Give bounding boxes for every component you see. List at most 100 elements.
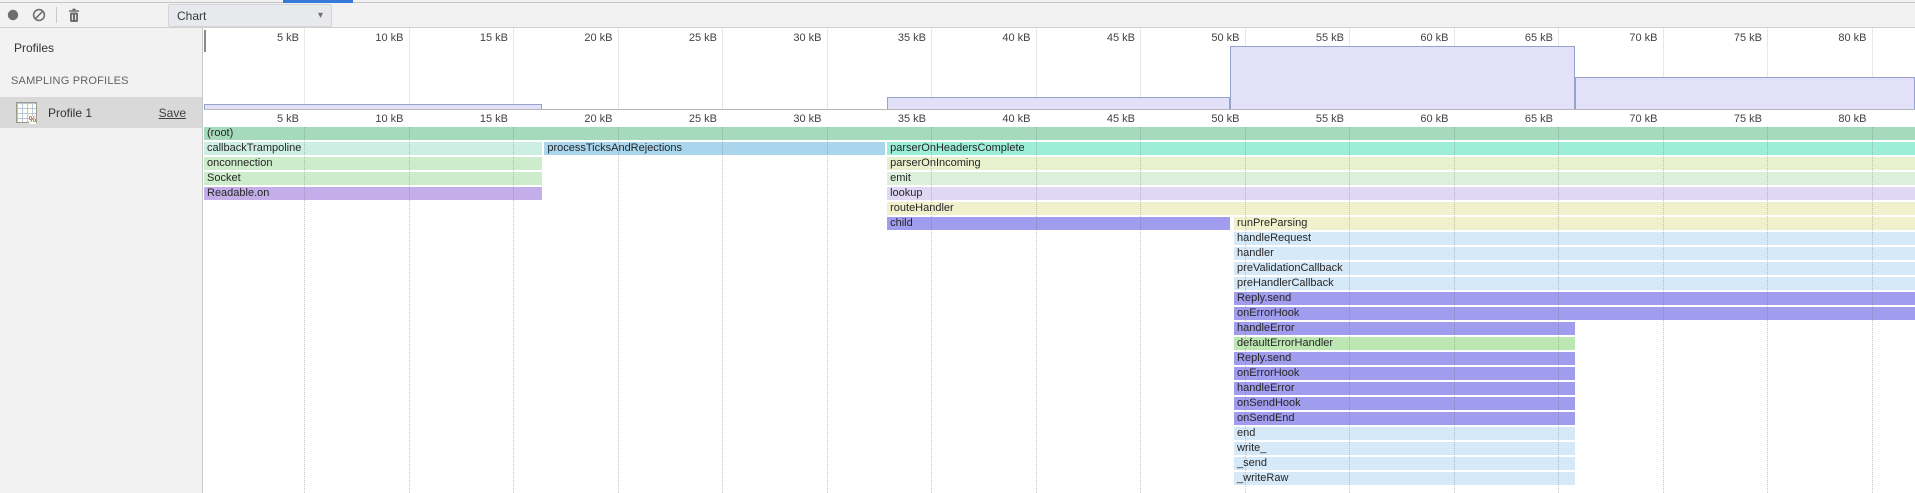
flame-frame[interactable]: runPreParsing (1234, 217, 1915, 230)
frame-label: onErrorHook (1234, 307, 1915, 320)
flame-chart-ruler: 5 kB10 kB15 kB20 kB25 kB30 kB35 kB40 kB4… (204, 110, 1915, 127)
overview-area-segment (204, 104, 542, 109)
gridline (618, 28, 619, 109)
ruler-tick-label: 70 kB (1583, 32, 1658, 44)
flame-frame[interactable]: handleError (1234, 322, 1575, 335)
frame-label: emit (887, 172, 1915, 185)
gridline (1767, 127, 1768, 493)
frame-label: handler (1234, 247, 1915, 260)
frame-label: handleRequest (1234, 232, 1915, 245)
gridline (513, 28, 514, 109)
frame-label: handleError (1234, 322, 1575, 335)
frame-label: parserOnHeadersComplete (887, 142, 1915, 155)
gridline (1140, 127, 1141, 493)
gridline (931, 127, 932, 493)
overview-area-segment (1230, 46, 1575, 109)
flame-frame[interactable]: parserOnIncoming (887, 157, 1915, 170)
flame-frame[interactable]: Reply.send (1234, 352, 1575, 365)
flame-frame[interactable]: emit (887, 172, 1915, 185)
gridline (827, 28, 828, 109)
ruler-tick-label: 10 kB (329, 32, 404, 44)
frame-label: onErrorHook (1234, 367, 1575, 380)
frame-label: write_ (1234, 442, 1575, 455)
gridline (1663, 127, 1664, 493)
viewport-handle[interactable] (204, 30, 206, 52)
flame-frame[interactable]: end (1234, 427, 1575, 440)
block-icon (32, 8, 46, 22)
flame-chart: (root) callbackTrampolineprocessTicksAndR… (204, 127, 1915, 493)
ruler-tick-label: 10 kB (329, 113, 404, 125)
flame-frame[interactable]: onSendEnd (1234, 412, 1575, 425)
ruler-tick-label: 55 kB (1269, 32, 1344, 44)
ruler-tick-label: 75 kB (1687, 113, 1762, 125)
flame-frame[interactable]: onErrorHook (1234, 307, 1915, 320)
ruler-tick-label: 50 kB (1165, 113, 1240, 125)
frame-label: child (887, 217, 1230, 230)
ruler-tick-label: 80 kB (1792, 32, 1867, 44)
flame-frame[interactable]: processTicksAndRejections (544, 142, 885, 155)
gridline (409, 28, 410, 109)
frame-label: end (1234, 427, 1575, 440)
ruler-tick-label: 60 kB (1374, 113, 1449, 125)
flame-frame[interactable]: handleRequest (1234, 232, 1915, 245)
percent-glyph: % (29, 116, 36, 124)
flame-frame[interactable]: preValidationCallback (1234, 262, 1915, 275)
flame-frame[interactable]: (root) (204, 127, 1915, 140)
frame-label: handleError (1234, 382, 1575, 395)
ruler-tick-label: 25 kB (642, 32, 717, 44)
frame-label: runPreParsing (1234, 217, 1915, 230)
ruler-tick-label: 35 kB (851, 113, 926, 125)
ruler-tick-label: 30 kB (747, 113, 822, 125)
gridline (409, 127, 410, 493)
flame-frame[interactable]: handler (1234, 247, 1915, 260)
save-link[interactable]: Save (159, 106, 186, 120)
ruler-tick-label: 50 kB (1165, 32, 1240, 44)
flame-frame[interactable]: _writeRaw (1234, 472, 1575, 485)
frame-label: onconnection (204, 157, 542, 170)
frame-label: preValidationCallback (1234, 262, 1915, 275)
flame-frame[interactable]: Readable.on (204, 187, 542, 200)
toolbar-separator (56, 7, 57, 23)
frame-label: Reply.send (1234, 292, 1915, 305)
profile-name: Profile 1 (48, 106, 92, 120)
ruler-tick-label: 5 kB (224, 113, 299, 125)
ruler-tick-label: 25 kB (642, 113, 717, 125)
gridline (722, 28, 723, 109)
overview-area-segment (1575, 77, 1915, 109)
flame-frame[interactable]: defaultErrorHandler (1234, 337, 1575, 350)
frame-label: onSendEnd (1234, 412, 1575, 425)
record-button[interactable] (0, 3, 26, 27)
flame-frame[interactable]: callbackTrampoline (204, 142, 542, 155)
flame-frame[interactable]: parserOnHeadersComplete (887, 142, 1915, 155)
gridline (513, 127, 514, 493)
overview-area-segment (887, 97, 1230, 109)
flame-frame[interactable]: Reply.send (1234, 292, 1915, 305)
frame-label: Socket (204, 172, 542, 185)
ruler-tick-label: 40 kB (956, 32, 1031, 44)
delete-profile-button[interactable] (61, 3, 87, 27)
flame-frame[interactable]: child (887, 217, 1230, 230)
frame-label: preHandlerCallback (1234, 277, 1915, 290)
clear-button[interactable] (26, 3, 52, 27)
sidebar-item-profile-1[interactable]: % Profile 1 Save (0, 97, 202, 128)
ruler-tick-label: 65 kB (1478, 113, 1553, 125)
memory-overview-pane[interactable]: 5 kB10 kB15 kB20 kB25 kB30 kB35 kB40 kB4… (204, 28, 1915, 110)
toolbar: Chart ▾ (0, 3, 1915, 28)
flame-frame[interactable]: onSendHook (1234, 397, 1575, 410)
frame-label: routeHandler (887, 202, 1915, 215)
flame-frame[interactable]: routeHandler (887, 202, 1915, 215)
flame-frame[interactable]: preHandlerCallback (1234, 277, 1915, 290)
flame-frame[interactable]: onErrorHook (1234, 367, 1575, 380)
flame-frame[interactable]: _send (1234, 457, 1575, 470)
view-mode-select[interactable]: Chart ▾ (168, 4, 332, 27)
ruler-tick-label: 75 kB (1687, 32, 1762, 44)
gridline (304, 28, 305, 109)
frame-label: processTicksAndRejections (544, 142, 885, 155)
flame-frame[interactable]: write_ (1234, 442, 1575, 455)
gridline (1036, 127, 1037, 493)
flame-frame[interactable]: handleError (1234, 382, 1575, 395)
flame-frame[interactable]: lookup (887, 187, 1915, 200)
flame-frame[interactable]: Socket (204, 172, 542, 185)
ruler-tick-label: 15 kB (433, 113, 508, 125)
flame-frame[interactable]: onconnection (204, 157, 542, 170)
